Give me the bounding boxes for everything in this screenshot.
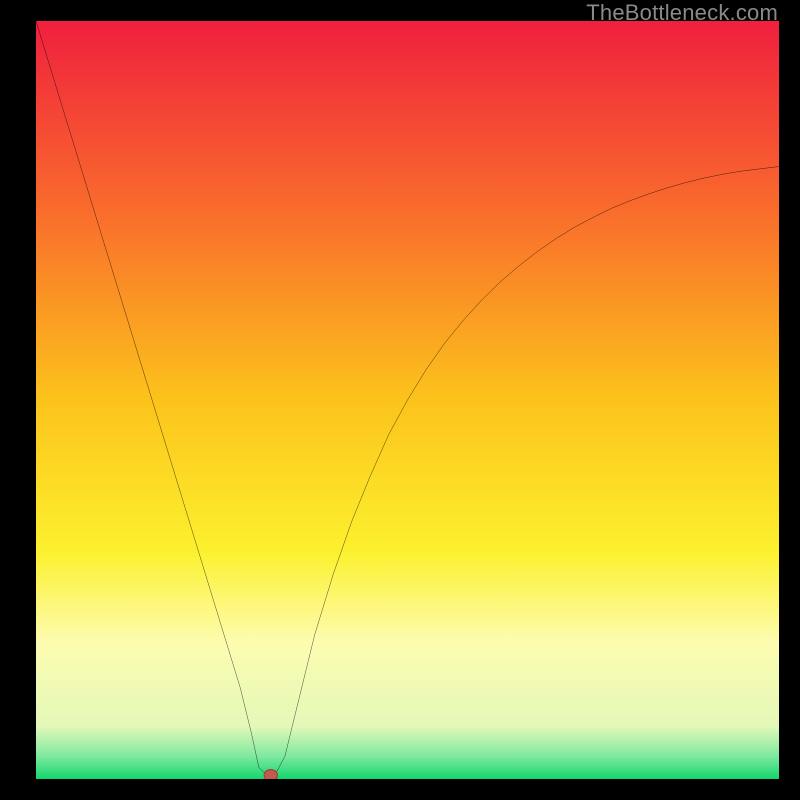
minimum-marker: [264, 770, 277, 779]
watermark-text: TheBottleneck.com: [586, 0, 778, 26]
plot-area: [36, 21, 779, 779]
bottleneck-curve: [36, 21, 779, 779]
chart-frame: TheBottleneck.com: [0, 0, 800, 800]
